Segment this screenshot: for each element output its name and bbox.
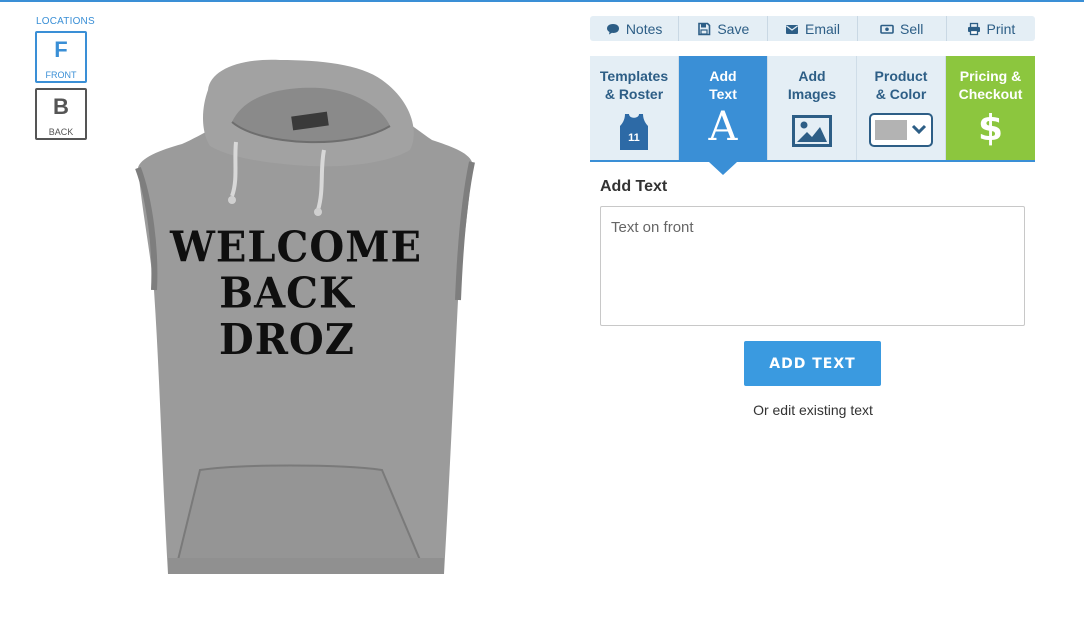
location-back-label: BACK [48,127,74,137]
tab-pricing-label: Pricing & Checkout [958,68,1023,102]
email-label: Email [805,20,841,37]
speech-bubble-icon [606,23,619,34]
envelope-icon [786,24,798,34]
printer-icon [967,22,980,35]
tab-product-color-label: Product & Color [874,68,928,102]
panel-title: Add Text [600,178,668,195]
garment-design-text[interactable]: WELCOME BACK DROZ [170,222,422,365]
design-line-1: WELCOME [170,222,422,272]
color-swatch-dropdown-icon [869,113,933,147]
hoodie-pocket [176,464,422,569]
tab-product-color[interactable]: Product & Color [857,56,946,160]
image-icon [792,115,832,147]
floppy-disk-icon [698,22,711,35]
email-button[interactable]: Email [768,16,858,41]
location-front-label: FRONT [45,70,77,80]
jersey-number: 11 [628,132,640,144]
tab-add-images[interactable]: Add Images [768,56,857,160]
notes-label: Notes [625,20,663,37]
tab-add-text-label: Add Text [709,68,737,102]
location-front-letter: F [54,37,68,62]
active-tab-pointer [709,162,737,175]
edit-existing-text-link[interactable]: Or edit existing text [700,402,926,418]
location-back-button[interactable]: B BACK [35,88,87,140]
tab-add-images-label: Add Images [787,68,837,102]
tab-templates-roster[interactable]: Templates & Roster 11 [590,56,679,160]
sell-button[interactable]: Sell [858,16,947,41]
money-bill-icon [880,24,894,34]
design-line-2: BACK [219,268,355,319]
text-input[interactable] [600,206,1025,326]
add-text-button[interactable]: ADD TEXT [744,341,881,386]
locations-title: LOCATIONS [36,16,95,27]
print-button[interactable]: Print [947,16,1035,41]
tab-pricing-checkout[interactable]: Pricing & Checkout $ [946,56,1035,160]
tab-add-text[interactable]: Add Text A [679,56,768,160]
top-toolbar: Notes Save Email Sell Print [590,16,1035,41]
location-back-letter: B [53,94,69,119]
top-accent-line [0,0,1084,2]
save-label: Save [717,20,750,37]
jersey-icon: 11 [620,114,648,150]
save-button[interactable]: Save [679,16,769,41]
notes-button[interactable]: Notes [590,16,680,41]
location-front-button[interactable]: F FRONT [35,31,87,83]
letter-a-icon: A [708,104,738,150]
tab-templates-label: Templates & Roster [599,68,669,102]
sell-label: Sell [900,20,924,37]
print-label: Print [986,20,1016,37]
designer-tabs: Templates & Roster 11 Add Text A Add Ima… [590,56,1035,162]
dollar-icon: $ [977,108,1004,149]
design-line-3: DROZ [219,315,355,365]
